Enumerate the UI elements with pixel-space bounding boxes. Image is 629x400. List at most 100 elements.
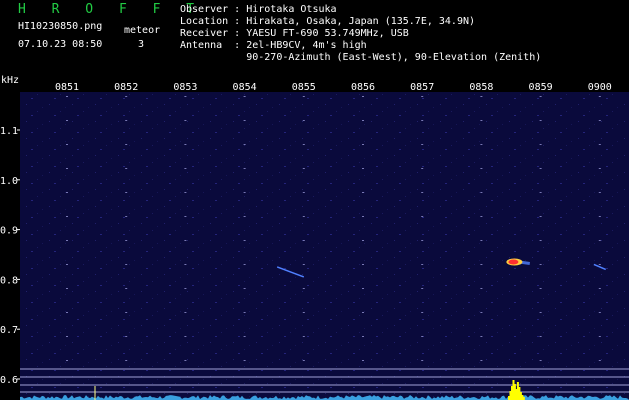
grid-dot [362, 264, 364, 265]
grid-dot [362, 192, 364, 193]
y-tick-label: 1.1 [0, 126, 18, 137]
grid-dot [243, 168, 246, 169]
grid-dot [539, 288, 542, 289]
grid-dot [243, 240, 246, 241]
grid-dot [421, 168, 424, 169]
grid-dot [362, 240, 364, 241]
grid-dot [243, 360, 246, 361]
grid-dot [125, 192, 128, 193]
x-tick-label: 0852 [114, 82, 138, 93]
grid-dot [539, 216, 542, 217]
grid-dot [598, 168, 601, 169]
grid-dot [302, 192, 305, 193]
grid-dot [125, 144, 128, 145]
grid-dot [184, 336, 187, 337]
plot-noise [20, 92, 629, 400]
grid-dot [184, 312, 187, 313]
grid-dot [184, 216, 187, 217]
grid-dot [598, 264, 601, 265]
grid-dot [302, 264, 305, 265]
x-tick-label: 0855 [292, 82, 316, 93]
grid-dot [302, 288, 305, 289]
grid-dot [66, 336, 68, 337]
grid-dot [539, 240, 542, 241]
x-tick-label: 0851 [55, 82, 79, 93]
grid-dot [480, 192, 483, 193]
y-tick-label: 0.6 [0, 375, 18, 386]
spectrogram-chart: kHz 0851 0852 0853 0854 0855 0856 0857 0858 0859… [0, 75, 629, 400]
grid-dot [125, 120, 128, 121]
y-tick-label: 0.9 [0, 226, 18, 237]
x-tick-label: 0857 [410, 82, 434, 93]
grid-dot [66, 144, 68, 145]
y-axis-unit: kHz [1, 75, 19, 86]
grid-dot [66, 360, 68, 361]
grid-dot [539, 336, 542, 337]
grid-dot [302, 120, 305, 121]
grid-dot [302, 312, 305, 313]
grid-dot [421, 312, 424, 313]
grid-dot [539, 96, 542, 97]
grid-dot [598, 216, 601, 217]
grid-dot [302, 144, 305, 145]
grid-dot [243, 264, 246, 265]
grid-dot [598, 240, 601, 241]
grid-dot [184, 168, 187, 169]
grid-dot [184, 360, 187, 361]
grid-dot [362, 360, 364, 361]
grid-dot [184, 144, 187, 145]
grid-dot [362, 120, 364, 121]
grid-dot [66, 264, 68, 265]
grid-dot [66, 288, 68, 289]
grid-dot [421, 96, 424, 97]
grid-dot [302, 336, 305, 337]
grid-dot [184, 240, 187, 241]
x-tick-label: 0856 [351, 82, 375, 93]
grid-dot [480, 168, 483, 169]
grid-dot [480, 96, 483, 97]
grid-dot [421, 144, 424, 145]
grid-dot [362, 216, 364, 217]
grid-dot [480, 264, 483, 265]
grid-dot [184, 192, 187, 193]
grid-dot [302, 168, 305, 169]
grid-dot [184, 120, 187, 121]
grid-dot [480, 360, 483, 361]
grid-dot [598, 120, 601, 121]
grid-dot [125, 336, 128, 337]
grid-dot [243, 192, 246, 193]
meteor-echo-core [508, 259, 519, 265]
grid-dot [125, 360, 128, 361]
grid-dot [125, 216, 128, 217]
grid-dot [66, 120, 68, 121]
grid-dot [125, 96, 128, 97]
grid-dot [66, 216, 68, 217]
grid-dot [243, 288, 246, 289]
grid-dot [480, 312, 483, 313]
grid-dot [243, 144, 246, 145]
grid-dot [480, 336, 483, 337]
grid-dot [421, 192, 424, 193]
grid-dot [539, 144, 542, 145]
y-tick-label: 1.0 [0, 176, 18, 187]
grid-dot [598, 144, 601, 145]
grid-dot [66, 312, 68, 313]
grid-dot [421, 288, 424, 289]
grid-dot [421, 240, 424, 241]
grid-dot [302, 360, 305, 361]
grid-dot [66, 240, 68, 241]
grid-dot [539, 120, 542, 121]
grid-dot [125, 240, 128, 241]
grid-dot [243, 336, 246, 337]
grid-dot [598, 360, 601, 361]
grid-dot [598, 312, 601, 313]
grid-dot [598, 96, 601, 97]
grid-dot [184, 264, 187, 265]
grid-dot [362, 288, 364, 289]
grid-dot [125, 288, 128, 289]
grid-dot [480, 240, 483, 241]
grid-dot [125, 312, 128, 313]
grid-dot [362, 96, 364, 97]
grid-dot [243, 96, 246, 97]
grid-dot [66, 168, 68, 169]
